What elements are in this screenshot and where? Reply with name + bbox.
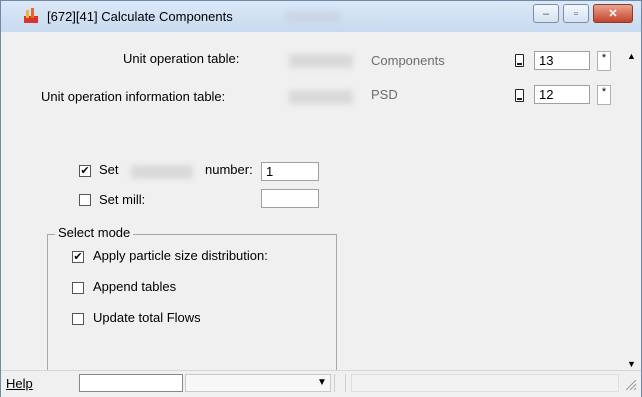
status-field bbox=[79, 374, 183, 392]
close-icon: ✕ bbox=[608, 8, 618, 20]
set-number-field[interactable]: 1 bbox=[261, 162, 319, 181]
calculate-components-window: [672][41] Calculate Components ‒ ▫ ✕ Uni… bbox=[0, 0, 642, 397]
unit-operation-number-field[interactable]: 13 bbox=[534, 51, 590, 70]
scroll-up-icon[interactable]: ▲ bbox=[627, 51, 636, 61]
status-bar: Help ▼ bbox=[1, 370, 641, 397]
document-icon[interactable] bbox=[515, 89, 524, 102]
unit-operation-info-table-label: Unit operation information table: bbox=[41, 89, 226, 104]
redacted-area bbox=[131, 165, 193, 179]
title-bar[interactable]: [672][41] Calculate Components ‒ ▫ ✕ bbox=[1, 1, 641, 32]
vertical-scrollbar[interactable]: ▲ ▼ bbox=[623, 49, 641, 369]
update-total-flows-label: Update total Flows bbox=[93, 310, 201, 325]
redacted-area bbox=[289, 54, 353, 68]
unit-operation-info-number-field[interactable]: 12 bbox=[534, 85, 590, 104]
unit-operation-table-label: Unit operation table: bbox=[123, 51, 240, 66]
set-mill-checkbox[interactable] bbox=[79, 194, 91, 206]
resize-grip-icon[interactable] bbox=[623, 377, 637, 391]
help-button[interactable]: Help bbox=[6, 376, 33, 391]
set-mill-field[interactable] bbox=[261, 189, 319, 208]
apply-psd-label: Apply particle size distribution: bbox=[93, 248, 268, 263]
close-button[interactable]: ✕ bbox=[593, 4, 633, 23]
set-label: Set bbox=[99, 162, 119, 177]
title-redacted-area bbox=[285, 11, 341, 24]
append-tables-label: Append tables bbox=[93, 279, 177, 294]
select-mode-title: Select mode bbox=[55, 225, 134, 240]
maximize-button[interactable]: ▫ bbox=[563, 4, 589, 23]
redacted-area bbox=[289, 90, 353, 104]
minimize-button[interactable]: ‒ bbox=[533, 4, 559, 23]
dialog-content: Unit operation table: Components 13 * Un… bbox=[1, 32, 641, 396]
minimize-icon: ‒ bbox=[542, 8, 550, 20]
append-tables-checkbox[interactable] bbox=[72, 282, 84, 294]
maximize-icon: ▫ bbox=[574, 8, 578, 20]
apply-psd-checkbox[interactable]: ✔ bbox=[72, 251, 84, 263]
scroll-down-icon[interactable]: ▼ bbox=[627, 359, 636, 369]
status-dropdown[interactable] bbox=[185, 374, 331, 392]
unit-operation-table-value: Components bbox=[371, 53, 445, 68]
dropdown-arrow-icon[interactable]: ▼ bbox=[317, 377, 327, 388]
update-total-flows-checkbox[interactable] bbox=[72, 313, 84, 325]
app-icon bbox=[24, 8, 38, 23]
number-label: number: bbox=[205, 162, 253, 177]
unit-operation-info-lookup-button[interactable]: * bbox=[597, 85, 611, 105]
set-number-checkbox[interactable]: ✔ bbox=[79, 165, 91, 177]
unit-operation-lookup-button[interactable]: * bbox=[597, 51, 611, 71]
divider bbox=[345, 374, 346, 392]
document-icon[interactable] bbox=[515, 54, 524, 67]
horizontal-scroll-track[interactable] bbox=[351, 374, 619, 392]
divider bbox=[334, 374, 335, 392]
set-mill-label: Set mill: bbox=[99, 192, 146, 207]
unit-operation-info-table-value: PSD bbox=[371, 87, 398, 102]
window-title: [672][41] Calculate Components bbox=[47, 9, 233, 24]
